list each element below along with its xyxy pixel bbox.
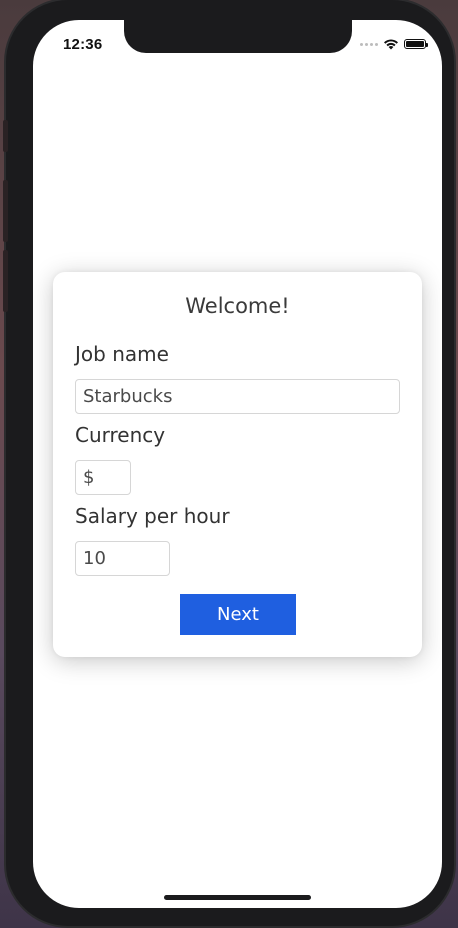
currency-input[interactable] — [75, 460, 131, 495]
signal-dots-icon — [360, 42, 378, 46]
next-button[interactable]: Next — [180, 594, 296, 635]
volume-down-button — [3, 250, 8, 312]
device-notch — [124, 20, 352, 53]
home-indicator[interactable] — [164, 895, 311, 900]
status-time: 12:36 — [63, 36, 103, 53]
currency-label: Currency — [75, 423, 166, 447]
battery-icon — [404, 39, 428, 49]
card-title: Welcome! — [185, 294, 290, 318]
wifi-icon — [384, 39, 398, 50]
status-icons — [360, 38, 428, 50]
job-name-label: Job name — [75, 342, 169, 366]
salary-input[interactable] — [75, 541, 170, 576]
welcome-card: Welcome! Job name Currency Salary per ho… — [53, 272, 422, 657]
phone-frame: 12:36 Welcome! Job name Currency Salary … — [6, 0, 454, 926]
side-action-button — [3, 120, 8, 152]
volume-up-button — [3, 180, 8, 242]
salary-label: Salary per hour — [75, 504, 230, 528]
job-name-input[interactable] — [75, 379, 400, 414]
app-screen: 12:36 Welcome! Job name Currency Salary … — [33, 20, 442, 908]
